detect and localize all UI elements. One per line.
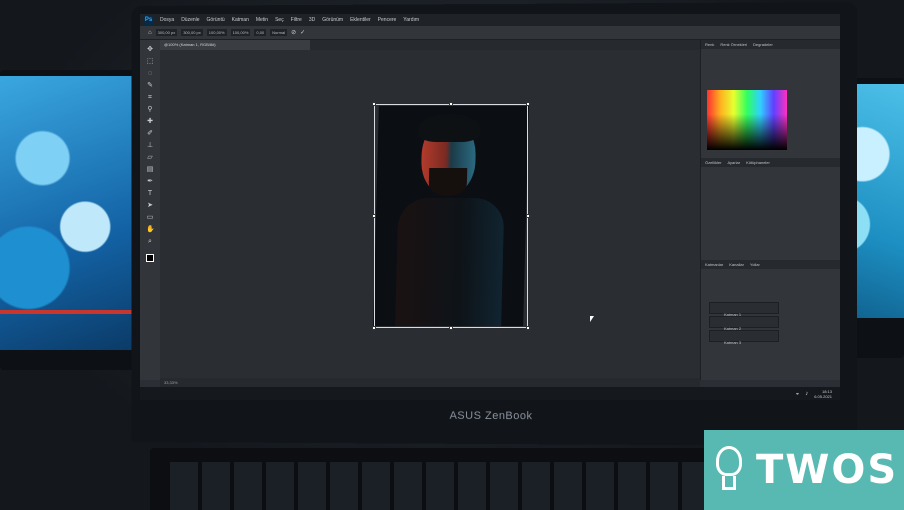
layer-name: Katman 3 [724, 340, 742, 345]
color-panel-tabs: Renk Renk Örnekleri Degradeler [701, 40, 840, 49]
menu-type[interactable]: Metin [256, 17, 268, 23]
tab-channels[interactable]: Kanallar [729, 260, 744, 269]
laptop-brand: ASUS ZenBook [449, 409, 533, 423]
transform-handle[interactable] [372, 214, 376, 218]
menu-image[interactable]: Görüntü [207, 17, 225, 23]
menu-view[interactable]: Görünüm [322, 17, 343, 23]
tools-panel: ✥ ⬚ ◌ ✎ ⌗ ⚲ ✚ ✐ ⊥ ▱ ▤ ✒ T ➤ ▭ ✋ ⌕ [140, 40, 160, 380]
eraser-tool-icon[interactable]: ▱ [146, 154, 154, 162]
transform-handle[interactable] [526, 326, 530, 330]
tab-adjustments[interactable]: Ayarlar [727, 158, 740, 167]
path-select-tool-icon[interactable]: ➤ [146, 202, 154, 210]
layer-row[interactable]: Katman 1 [709, 302, 779, 317]
right-panels: Renk Renk Örnekleri Degradeler Özellikle… [700, 40, 840, 380]
lightbulb-glass [716, 446, 742, 476]
laptop-screen: Ps Dosya Düzenle Görüntü Katman Metin Se… [140, 14, 840, 400]
clock-date: 6.05.2021 [814, 393, 832, 399]
photoshop-logo-icon: Ps [144, 15, 153, 25]
transform-handle[interactable] [449, 326, 453, 330]
canvas-area[interactable] [160, 50, 700, 378]
tab-gradients[interactable]: Degradeler [753, 40, 773, 49]
layer-row[interactable]: Katman 2 [709, 316, 779, 331]
type-tool-icon[interactable]: T [146, 190, 154, 198]
background-monitor-left [0, 70, 150, 370]
menu-file[interactable]: Dosya [160, 17, 174, 23]
menu-select[interactable]: Seç [275, 17, 284, 23]
scale-x-field[interactable]: 100,00% [206, 29, 227, 36]
blend-mode-select[interactable]: Normal [270, 29, 288, 36]
menu-bar: Ps Dosya Düzenle Görüntü Katman Metin Se… [140, 14, 840, 26]
options-bar: ⌂ 300,00 px 300,00 px 100,00% 100,00% 0,… [140, 26, 840, 40]
tab-properties[interactable]: Özellikler [705, 158, 721, 167]
lightbulb-logo-icon [704, 430, 756, 510]
width-field[interactable]: 300,00 px [155, 29, 178, 36]
quick-select-tool-icon[interactable]: ✎ [146, 82, 154, 90]
pen-tool-icon[interactable]: ✒ [146, 178, 154, 186]
status-bar: 33,33% [160, 378, 700, 387]
crop-tool-icon[interactable]: ⌗ [146, 94, 154, 102]
zoom-tool-icon[interactable]: ⌕ [146, 238, 154, 246]
healing-tool-icon[interactable]: ✚ [146, 118, 154, 126]
menu-help[interactable]: Yardım [403, 17, 419, 23]
angle-field[interactable]: 0,00 [254, 29, 267, 36]
clock[interactable]: 18:13 6.05.2021 [814, 389, 832, 399]
tab-paths[interactable]: Yollar [750, 260, 760, 269]
shape-tool-icon[interactable]: ▭ [146, 214, 154, 222]
tab-color[interactable]: Renk [705, 40, 714, 49]
transform-handle[interactable] [449, 102, 453, 106]
menu-layer[interactable]: Katman [232, 17, 249, 23]
properties-panel-tabs: Özellikler Ayarlar Kütüphaneler [701, 158, 840, 167]
color-picker-field[interactable] [707, 90, 787, 150]
tab-libraries[interactable]: Kütüphaneler [746, 158, 770, 167]
cancel-icon[interactable]: ⊘ [291, 29, 296, 36]
lightbulb-base [722, 476, 736, 490]
transform-handle[interactable] [526, 102, 530, 106]
foreground-color-swatch[interactable] [146, 254, 154, 262]
red-cable [0, 310, 150, 314]
volume-icon[interactable]: ♪ [805, 391, 808, 397]
eyedropper-tool-icon[interactable]: ⚲ [146, 106, 154, 114]
scale-y-field[interactable]: 100,00% [230, 29, 251, 36]
commit-check-icon[interactable]: ✓ [300, 29, 305, 36]
menu-3d[interactable]: 3D [309, 17, 315, 23]
network-icon[interactable]: ◒ [796, 391, 800, 397]
menu-window[interactable]: Pencere [378, 17, 397, 23]
menu-edit[interactable]: Düzenle [181, 17, 199, 23]
layer-row[interactable]: Katman 3 [709, 330, 779, 345]
hand-tool-icon[interactable]: ✋ [146, 226, 155, 234]
home-icon[interactable]: ⌂ [148, 30, 152, 36]
document-tab-bar: @100% (Katman 1, RGB/8#) [160, 40, 700, 50]
layers-panel-tabs: Katmanlar Kanallar Yollar [701, 260, 840, 269]
menu-filter[interactable]: Filtre [291, 17, 302, 23]
photo-scene: ASUS ZenBook Ps Dosya Düzenle Görüntü Ka… [0, 0, 904, 510]
watermark-text: TWOS [756, 447, 899, 493]
tab-layers[interactable]: Katmanlar [705, 260, 723, 269]
transform-handle[interactable] [372, 326, 376, 330]
menu-plugins[interactable]: Eklentiler [350, 17, 371, 23]
monitor-artwork [0, 76, 142, 350]
transform-handle[interactable] [526, 214, 530, 218]
brush-tool-icon[interactable]: ✐ [146, 130, 154, 138]
move-tool-icon[interactable]: ✥ [146, 46, 154, 54]
marquee-tool-icon[interactable]: ⬚ [146, 58, 154, 66]
twos-watermark: TWOS [704, 430, 904, 510]
transform-handle[interactable] [372, 102, 376, 106]
tab-swatches[interactable]: Renk Örnekleri [720, 40, 747, 49]
zoom-level: 33,33% [164, 380, 178, 385]
height-field[interactable]: 300,00 px [181, 29, 203, 36]
transform-bounding-box [374, 104, 528, 328]
lasso-tool-icon[interactable]: ◌ [146, 70, 154, 78]
mouse-cursor-icon [590, 316, 594, 322]
stamp-tool-icon[interactable]: ⊥ [146, 142, 154, 150]
windows-taskbar: ◒ ♪ 18:13 6.05.2021 [140, 387, 840, 400]
gradient-tool-icon[interactable]: ▤ [146, 166, 154, 174]
document-tab[interactable]: @100% (Katman 1, RGB/8#) [160, 40, 310, 50]
